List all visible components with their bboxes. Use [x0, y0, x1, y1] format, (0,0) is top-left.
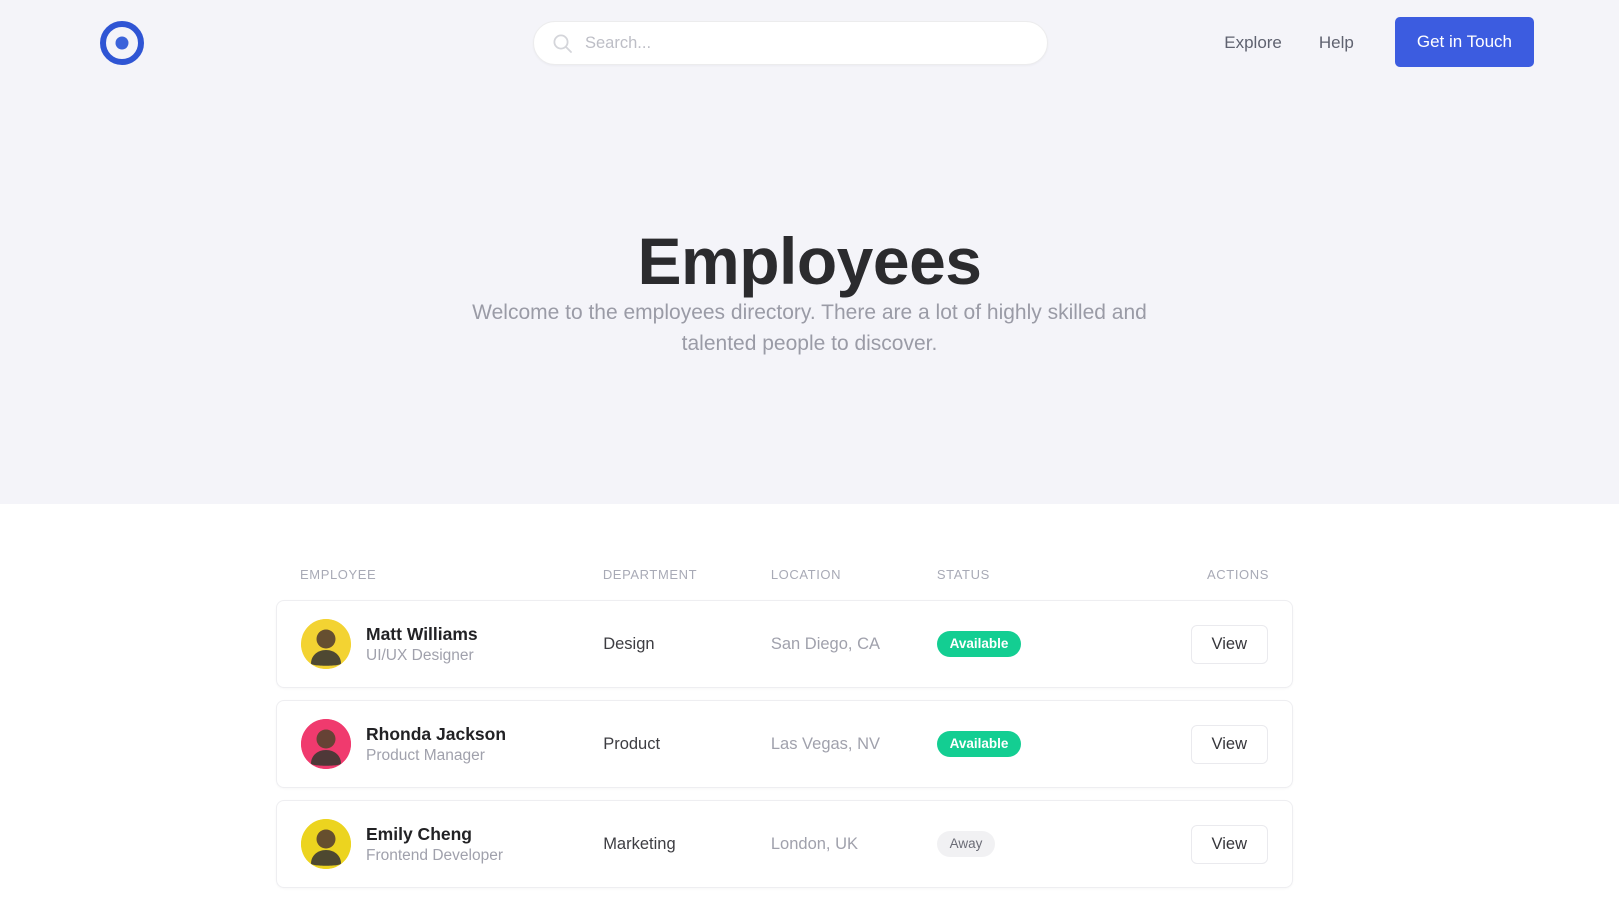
cell-department: Product — [603, 734, 661, 753]
view-button[interactable]: View — [1190, 624, 1269, 664]
hero-section: Explore Help Get in Touch Employees Welc… — [0, 0, 1619, 504]
search-icon — [552, 33, 573, 54]
view-button[interactable]: View — [1190, 724, 1269, 764]
column-header-location: LOCATION — [770, 566, 842, 582]
cell-location: London, UK — [770, 834, 859, 853]
cell-location: San Diego, CA — [770, 634, 881, 653]
column-header-employee: EMPLOYEE — [300, 566, 377, 582]
cell-location: Las Vegas, NV — [770, 734, 881, 753]
table-row[interactable]: Emily Cheng Frontend Developer Marketing Lo… — [276, 800, 1293, 888]
target-circle-logo-icon — [100, 21, 144, 65]
status-badge: Away — [936, 830, 996, 858]
cell-actions: View — [1180, 824, 1269, 864]
cell-employee: Rhonda Jackson Product Manager — [301, 719, 603, 769]
cell-employee: Emily Cheng Frontend Developer — [301, 819, 603, 869]
table-row[interactable]: Rhonda Jackson Product Manager Product Las … — [276, 700, 1293, 788]
employee-name: Rhonda Jackson — [366, 723, 507, 744]
content-section: EMPLOYEE DEPARTMENT LOCATION STATUS ACTI… — [0, 504, 1619, 903]
nav-links: Explore Help Get in Touch — [1208, 17, 1534, 67]
nav-link-help[interactable]: Help — [1303, 26, 1370, 59]
avatar — [301, 819, 351, 869]
employee-role: Product Manager — [366, 746, 485, 764]
cell-department: Marketing — [603, 834, 676, 853]
cell-status: Available — [936, 730, 1181, 758]
employee-role: Frontend Developer — [366, 846, 503, 864]
page-subtitle: Welcome to the employees directory. Ther… — [472, 301, 1147, 355]
employees-table: EMPLOYEE DEPARTMENT LOCATION STATUS ACTI… — [276, 560, 1293, 888]
nav-link-explore[interactable]: Explore — [1208, 26, 1298, 59]
brand-logo[interactable] — [100, 21, 144, 65]
status-badge: Available — [936, 730, 1022, 758]
search-input[interactable] — [585, 28, 1015, 58]
search-bar[interactable] — [533, 21, 1048, 65]
cell-actions: View — [1180, 724, 1269, 764]
search-box[interactable] — [533, 21, 1048, 65]
employee-name: Emily Cheng — [366, 823, 472, 844]
page-title: Employees — [637, 224, 983, 298]
avatar — [301, 719, 351, 769]
table-header-row: EMPLOYEE DEPARTMENT LOCATION STATUS ACTI… — [276, 560, 1293, 588]
avatar — [301, 619, 351, 669]
cell-status: Away — [936, 830, 1181, 858]
view-button[interactable]: View — [1190, 824, 1269, 864]
cell-actions: View — [1180, 624, 1269, 664]
employee-role: UI/UX Designer — [366, 646, 474, 664]
get-in-touch-button[interactable]: Get in Touch — [1394, 17, 1534, 67]
employee-identity: Emily Cheng Frontend Developer — [366, 823, 503, 866]
table-body: Matt Williams UI/UX Designer Design San Die… — [276, 600, 1293, 888]
cell-department: Design — [603, 634, 655, 653]
column-header-actions: ACTIONS — [1207, 566, 1269, 582]
employee-name: Matt Williams — [366, 623, 478, 644]
employee-identity: Matt Williams UI/UX Designer — [366, 623, 478, 666]
employee-identity: Rhonda Jackson Product Manager — [366, 723, 506, 766]
cell-employee: Matt Williams UI/UX Designer — [301, 619, 603, 669]
status-badge: Available — [936, 630, 1022, 658]
column-header-status: STATUS — [936, 566, 990, 582]
cell-status: Available — [936, 630, 1181, 658]
column-header-department: DEPARTMENT — [602, 566, 698, 582]
top-navbar: Explore Help Get in Touch — [0, 0, 1619, 86]
table-row[interactable]: Matt Williams UI/UX Designer Design San Die… — [276, 600, 1293, 688]
